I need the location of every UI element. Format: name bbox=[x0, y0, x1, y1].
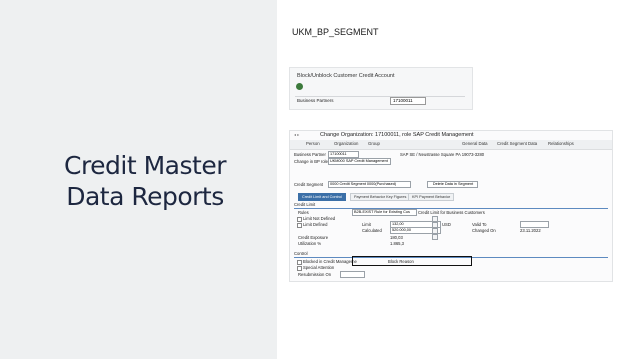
credit-segment-field[interactable]: 0000 Credit Segment 0000(Purchased) bbox=[328, 181, 411, 188]
exposure-value: 180,03 bbox=[390, 235, 403, 240]
role-label: Change in BP role bbox=[294, 159, 328, 164]
utilization-value: 1.865,3 bbox=[390, 241, 404, 246]
changed-on-label: Changed On bbox=[472, 228, 496, 233]
tab-kpi-payment[interactable]: KPI Payment Behavior bbox=[408, 193, 455, 201]
business-partner-field[interactable]: 17100011 bbox=[328, 151, 359, 158]
toolbar-credit-segment-data[interactable]: Credit Segment Data bbox=[497, 141, 537, 146]
limit-not-defined-label: Limit Not Defined bbox=[303, 216, 336, 221]
tab-payment-behavior[interactable]: Payment Behavior Key Figures bbox=[350, 193, 411, 201]
section-divider bbox=[294, 208, 608, 209]
report-selection-screenshot: Block/Unblock Customer Credit Account Bu… bbox=[289, 67, 473, 110]
nav-arrows-icon[interactable]: ◂ ▸ bbox=[294, 132, 299, 137]
transaction-code: UKM_BP_SEGMENT bbox=[292, 27, 379, 37]
toolbar-relationships[interactable]: Relationships bbox=[548, 141, 574, 146]
rules-desc: Credit Limit for Business Customers bbox=[418, 210, 485, 215]
valid-to-field[interactable] bbox=[520, 221, 549, 228]
resubmission-label: Resubmission On bbox=[298, 272, 332, 277]
credit-limit-section: Credit Limit bbox=[294, 202, 316, 207]
resubmission-field[interactable] bbox=[340, 271, 365, 278]
window-title: Change Organization: 17100011, role SAP … bbox=[320, 132, 474, 138]
slide-title: Credit Master Data Reports bbox=[55, 150, 235, 212]
special-attention-label: Special Attention bbox=[303, 265, 335, 270]
control-section: Control bbox=[294, 251, 308, 256]
slide-title-line2: Data Reports bbox=[66, 182, 224, 211]
help-icon[interactable] bbox=[432, 234, 438, 240]
credit-segment-label: Credit Segment bbox=[294, 182, 324, 187]
slide-title-line1: Credit Master bbox=[63, 151, 227, 180]
toolbar-group[interactable]: Group bbox=[368, 141, 380, 146]
limit-not-defined-checkbox[interactable] bbox=[297, 217, 302, 222]
blocked-label: Blocked in Credit Manageme bbox=[303, 259, 357, 264]
business-partner-label: Business Partners bbox=[297, 98, 334, 103]
limit-defined-label: Limit Defined bbox=[303, 222, 328, 227]
exposure-label: Credit Exposure bbox=[298, 235, 329, 240]
execute-icon[interactable] bbox=[296, 83, 303, 90]
changed-on-value: 23.11.2022 bbox=[520, 228, 541, 233]
business-partner-desc: SAP SE / Neustrasse Square PA 19073-3280 bbox=[400, 152, 485, 157]
blocked-checkbox[interactable] bbox=[297, 260, 302, 265]
bp-toolbar: Person Organization Group General Data C… bbox=[290, 140, 612, 150]
limit-label: Limit bbox=[362, 222, 371, 227]
rules-label: Rules bbox=[298, 210, 309, 215]
toolbar-organization[interactable]: Organization bbox=[334, 141, 358, 146]
toolbar-person[interactable]: Person bbox=[306, 141, 320, 146]
report-header: Block/Unblock Customer Credit Account bbox=[297, 73, 395, 79]
utilization-label: Utilization % bbox=[298, 241, 322, 246]
highlight-box bbox=[352, 256, 472, 266]
tab-credit-limit[interactable]: Credit Limit and Control bbox=[298, 193, 346, 201]
currency-label: USD bbox=[442, 222, 451, 227]
business-partner-row: Business Partners 17100011 bbox=[295, 96, 465, 105]
limit-defined-radio[interactable] bbox=[297, 223, 302, 228]
calculated-label: Calculated bbox=[362, 228, 382, 233]
toolbar-general-data[interactable]: General Data bbox=[462, 141, 488, 146]
special-attention-checkbox[interactable] bbox=[297, 266, 302, 271]
business-partner-input[interactable]: 17100011 bbox=[390, 97, 426, 105]
delete-data-button[interactable]: Delete Data in Segment bbox=[427, 181, 478, 188]
rules-field[interactable]: B2B-EXIST Rule for Existing Cus bbox=[352, 209, 417, 216]
business-partner-label: Business Partner bbox=[294, 152, 326, 157]
role-select[interactable]: UKM000 SAP Credit Management bbox=[328, 158, 391, 165]
valid-to-label: Valid To bbox=[472, 222, 487, 227]
